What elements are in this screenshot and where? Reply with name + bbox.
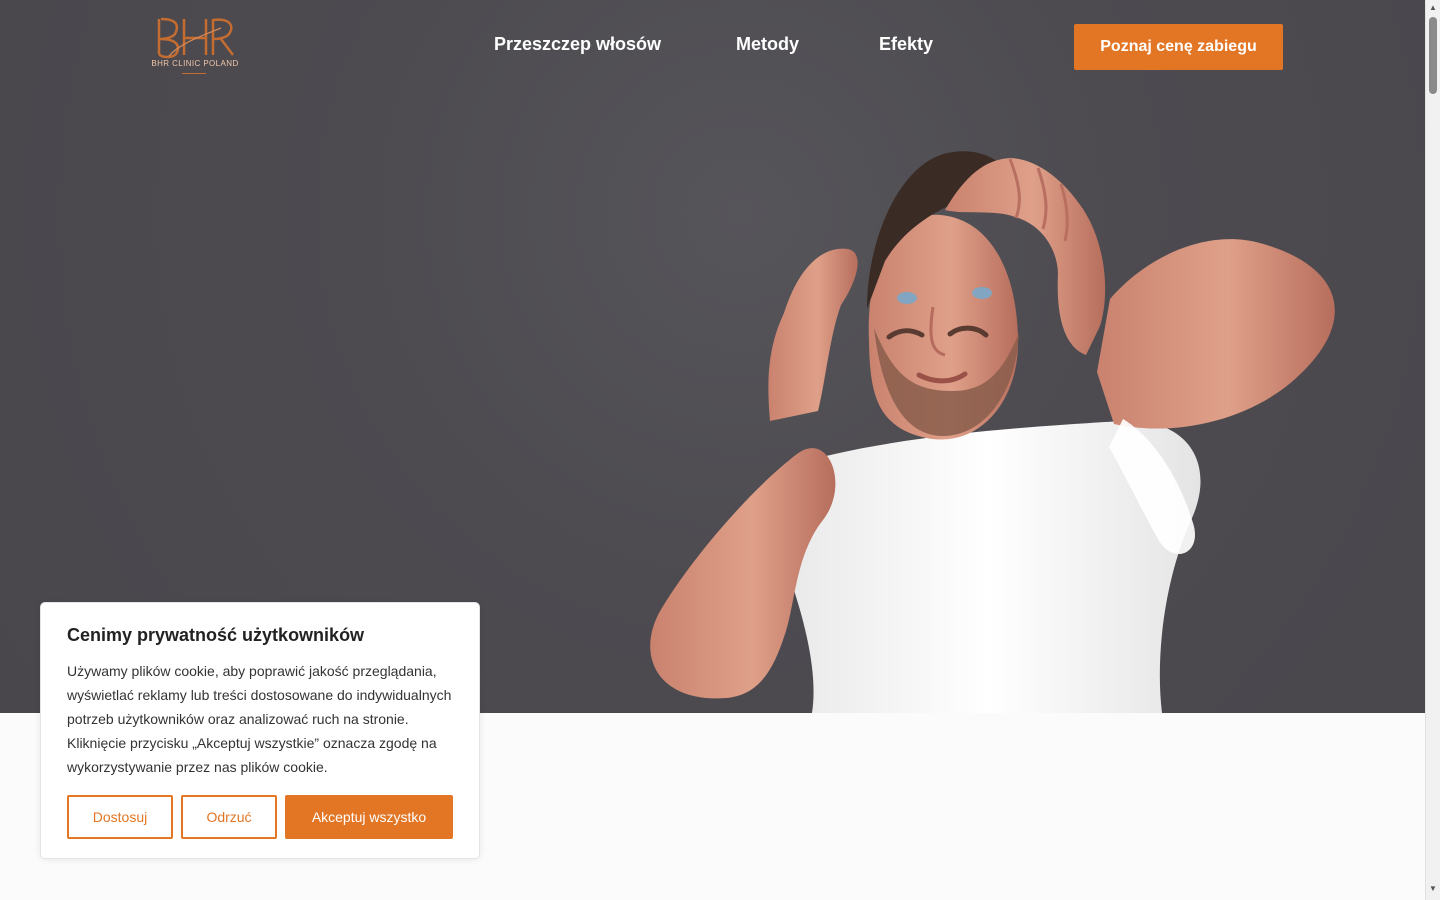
vertical-scrollbar[interactable]: ▲ ▼ — [1425, 0, 1440, 900]
price-cta-button[interactable]: Poznaj cenę zabiegu — [1074, 24, 1283, 70]
nav-methods[interactable]: Metody — [736, 34, 799, 55]
cookie-customize-button[interactable]: Dostosuj — [67, 795, 173, 839]
cookie-reject-button[interactable]: Odrzuć — [181, 795, 277, 839]
scroll-thumb[interactable] — [1429, 17, 1437, 94]
chevron-down-icon[interactable]: ▼ — [1428, 884, 1438, 894]
hero-man-image — [650, 151, 1335, 713]
logo-underline — [182, 73, 206, 74]
chevron-up-icon[interactable]: ▲ — [1428, 3, 1438, 13]
cookie-consent-dialog: Cenimy prywatność użytkowników Używamy p… — [40, 602, 480, 859]
page: BHR CLINIC POLAND Przeszczep włosów Meto… — [0, 0, 1440, 900]
cookie-title: Cenimy prywatność użytkowników — [67, 625, 365, 645]
cookie-accept-button[interactable]: Akceptuj wszystko — [285, 795, 453, 839]
cookie-description: Używamy plików cookie, aby poprawić jako… — [67, 663, 452, 775]
nav-results[interactable]: Efekty — [879, 34, 933, 55]
nav-hair-transplant[interactable]: Przeszczep włosów — [494, 34, 661, 55]
